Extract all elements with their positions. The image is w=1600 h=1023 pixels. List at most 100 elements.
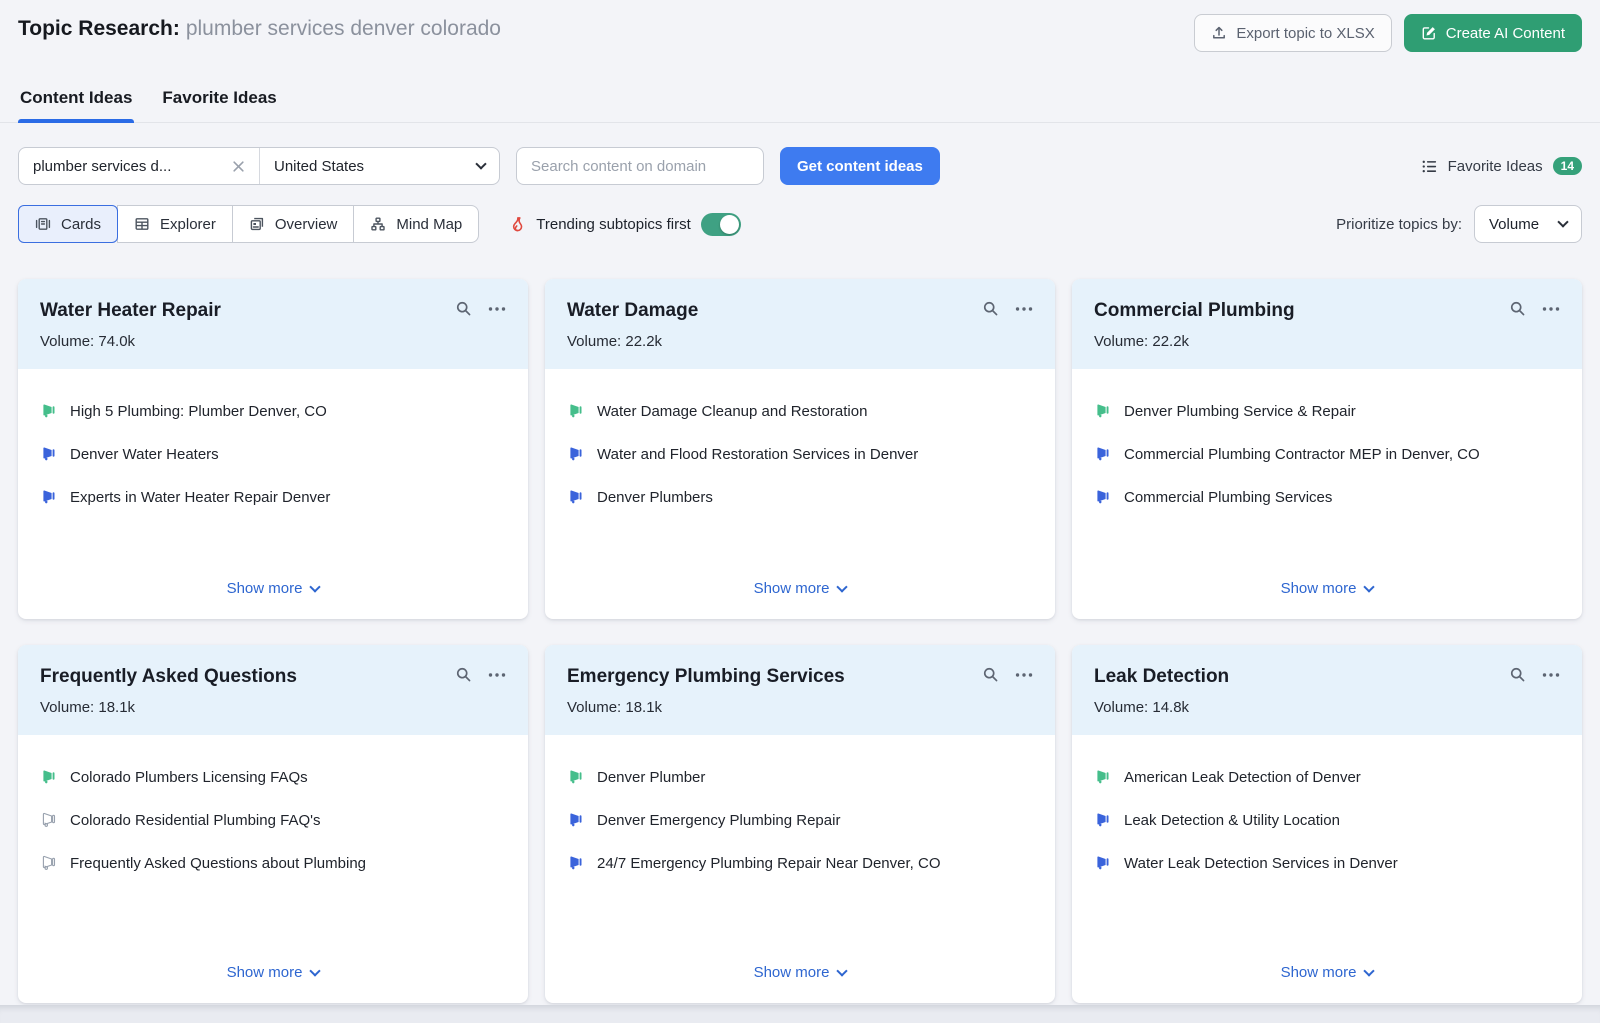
topic-card: Water Heater Repair Volume: 74.0k High 5 P…	[18, 279, 528, 619]
content-idea-item[interactable]: Water and Flood Restoration Services in …	[567, 446, 1033, 465]
content-idea-item[interactable]: Denver Plumbing Service & Repair	[1094, 403, 1560, 422]
show-more-link[interactable]: Show more	[754, 572, 847, 607]
search-topic-icon[interactable]	[982, 300, 999, 317]
search-topic-icon[interactable]	[982, 666, 999, 683]
topic-card-title: Water Heater Repair	[40, 300, 221, 322]
content-idea-text: Water Leak Detection Services in Denver	[1124, 855, 1398, 874]
view-cards-button[interactable]: Cards	[18, 205, 118, 243]
sort-select[interactable]: Volume	[1474, 205, 1582, 243]
content-idea-item[interactable]: Denver Plumbers	[567, 489, 1033, 508]
topic-card-title: Leak Detection	[1094, 666, 1229, 688]
show-more-link[interactable]: Show more	[754, 956, 847, 991]
tab-content-ideas[interactable]: Content Ideas	[18, 82, 134, 122]
megaphone-icon	[567, 811, 583, 827]
topic-input[interactable]: plumber services d...	[19, 148, 259, 184]
show-more-link[interactable]: Show more	[1281, 956, 1374, 991]
search-topic-icon[interactable]	[1509, 300, 1526, 317]
content-idea-item[interactable]: Denver Emergency Plumbing Repair	[567, 812, 1033, 831]
country-value: United States	[274, 158, 364, 175]
content-idea-item[interactable]: Commercial Plumbing Contractor MEP in De…	[1094, 446, 1560, 465]
show-more-label: Show more	[754, 580, 830, 597]
content-idea-text: Water Damage Cleanup and Restoration	[597, 403, 867, 422]
export-xlsx-button[interactable]: Export topic to XLSX	[1194, 14, 1391, 52]
search-topic-icon[interactable]	[1509, 666, 1526, 683]
show-more-link[interactable]: Show more	[227, 956, 320, 991]
more-options-icon[interactable]	[1015, 672, 1033, 678]
topic-card-body: Colorado Plumbers Licensing FAQs Colorado…	[18, 735, 528, 1003]
topic-card-header: Frequently Asked QuestionsVolume: 18.1k	[18, 645, 528, 735]
view-overview-button[interactable]: Overview	[232, 205, 355, 243]
megaphone-icon	[40, 854, 56, 870]
megaphone-icon	[567, 445, 583, 461]
filter-row: plumber services d... United States Get …	[18, 147, 1582, 185]
export-xlsx-label: Export topic to XLSX	[1236, 25, 1374, 42]
show-more-label: Show more	[1281, 580, 1357, 597]
domain-search-input[interactable]	[516, 147, 764, 185]
megaphone-icon	[1094, 488, 1110, 504]
chevron-down-icon	[310, 581, 321, 592]
view-explorer-button[interactable]: Explorer	[117, 205, 233, 243]
more-options-icon[interactable]	[1015, 306, 1033, 312]
page-header: Topic Research: plumber services denver c…	[0, 0, 1600, 52]
view-overview-label: Overview	[275, 216, 338, 233]
page-title-query: plumber services denver colorado	[186, 17, 501, 40]
content-idea-item[interactable]: Commercial Plumbing Services	[1094, 489, 1560, 508]
cards-area: Water Heater Repair Volume: 74.0k High 5 P…	[0, 243, 1600, 1005]
page-title-label: Topic Research:	[18, 17, 180, 40]
view-cards-label: Cards	[61, 216, 101, 233]
favorite-ideas-link[interactable]: Favorite Ideas 14	[1421, 157, 1582, 175]
view-switcher: Cards Explorer Overview Mind Map	[18, 205, 479, 243]
topic-card: Emergency Plumbing ServicesVolume: 18.1k…	[545, 645, 1055, 1003]
content-idea-item[interactable]: Leak Detection & Utility Location	[1094, 812, 1560, 831]
get-content-ideas-label: Get content ideas	[797, 158, 923, 175]
content-idea-text: Water and Flood Restoration Services in …	[597, 446, 918, 465]
view-bar: Cards Explorer Overview Mind Map Trendin…	[18, 205, 1582, 243]
trending-subtopics-toggle[interactable]	[701, 213, 741, 236]
content-idea-text: Denver Plumbing Service & Repair	[1124, 403, 1356, 422]
chevron-down-icon	[837, 965, 848, 976]
show-more-link[interactable]: Show more	[1281, 572, 1374, 607]
clear-topic-icon[interactable]	[232, 160, 245, 173]
topic-card-volume: Volume: 74.0k	[40, 333, 506, 350]
topic-card-body: Denver Plumbing Service & Repair Commerci…	[1072, 369, 1582, 619]
content-idea-text: 24/7 Emergency Plumbing Repair Near Denv…	[597, 855, 941, 874]
more-options-icon[interactable]	[488, 672, 506, 678]
content-idea-item[interactable]: High 5 Plumbing: Plumber Denver, CO	[40, 403, 506, 422]
content-idea-text: Denver Plumbers	[597, 489, 713, 508]
content-idea-item[interactable]: Frequently Asked Questions about Plumbin…	[40, 855, 506, 874]
tab-favorite-ideas[interactable]: Favorite Ideas	[160, 82, 278, 122]
more-options-icon[interactable]	[488, 306, 506, 312]
get-content-ideas-button[interactable]: Get content ideas	[780, 147, 940, 185]
content-idea-item[interactable]: Colorado Residential Plumbing FAQ's	[40, 812, 506, 831]
cards-grid: Water Heater Repair Volume: 74.0k High 5 P…	[18, 279, 1582, 1003]
view-mindmap-button[interactable]: Mind Map	[353, 205, 479, 243]
content-idea-item[interactable]: 24/7 Emergency Plumbing Repair Near Denv…	[567, 855, 1033, 874]
megaphone-icon	[1094, 768, 1110, 784]
topic-card-volume: Volume: 18.1k	[40, 699, 506, 716]
topic-research-page: Topic Research: plumber services denver c…	[0, 0, 1600, 1023]
topic-card-volume: Volume: 18.1k	[567, 699, 1033, 716]
topic-card-header: Water DamageVolume: 22.2k	[545, 279, 1055, 369]
chevron-down-icon	[1364, 965, 1375, 976]
content-idea-text: Denver Emergency Plumbing Repair	[597, 812, 840, 831]
content-idea-item[interactable]: Denver Plumber	[567, 769, 1033, 788]
content-idea-item[interactable]: American Leak Detection of Denver	[1094, 769, 1560, 788]
more-options-icon[interactable]	[1542, 306, 1560, 312]
more-options-icon[interactable]	[1542, 672, 1560, 678]
create-ai-content-button[interactable]: Create AI Content	[1404, 14, 1582, 52]
favorite-ideas-label: Favorite Ideas	[1448, 158, 1543, 175]
content-idea-item[interactable]: Water Damage Cleanup and Restoration	[567, 403, 1033, 422]
content-idea-item[interactable]: Water Leak Detection Services in Denver	[1094, 855, 1560, 874]
content-idea-item[interactable]: Experts in Water Heater Repair Denver	[40, 489, 506, 508]
search-topic-icon[interactable]	[455, 666, 472, 683]
show-more-link[interactable]: Show more	[227, 572, 320, 607]
country-select[interactable]: United States	[259, 148, 499, 184]
content-idea-item[interactable]: Colorado Plumbers Licensing FAQs	[40, 769, 506, 788]
mindmap-icon	[370, 216, 386, 232]
content-idea-text: American Leak Detection of Denver	[1124, 769, 1361, 788]
chevron-down-icon	[1364, 581, 1375, 592]
topic-card: Leak DetectionVolume: 14.8kAmerican Leak…	[1072, 645, 1582, 1003]
content-idea-item[interactable]: Denver Water Heaters	[40, 446, 506, 465]
search-topic-icon[interactable]	[455, 300, 472, 317]
content-idea-text: Frequently Asked Questions about Plumbin…	[70, 855, 366, 874]
